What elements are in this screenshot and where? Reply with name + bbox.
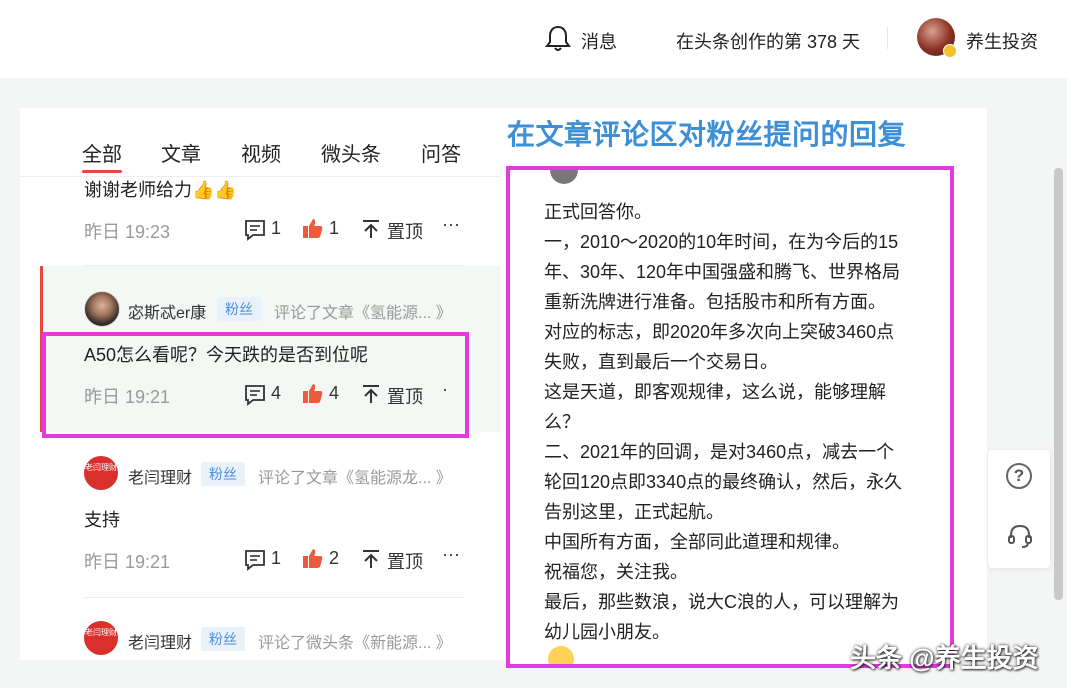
reply-line: 重新洗牌进行准备。包括股市和所有方面。 [544, 292, 886, 312]
fan-badge: 粉丝 [201, 627, 245, 651]
reply-line: 祝福您，关注我。 [544, 562, 688, 582]
creation-days-text: 在头条创作的第 378 天 [676, 32, 861, 52]
fan-badge: 粉丝 [217, 297, 261, 321]
tab-all[interactable]: 全部 [82, 138, 122, 173]
comment-text: 支持 [84, 510, 120, 530]
verified-badge-icon [943, 44, 957, 58]
pin-button[interactable]: 置顶 [387, 218, 423, 244]
annotation-title: 在文章评论区对粉丝提问的回复 [507, 119, 907, 150]
reply-line: 失败，直到最后一个交易日。 [544, 352, 778, 372]
reply-line: 中国所有方面，全部同此道理和规律。 [544, 532, 850, 552]
pin-top-icon[interactable] [362, 219, 380, 239]
reply-line: 最后，那些数浪，说大C浪的人，可以理解为 [544, 592, 899, 612]
tab-videos[interactable]: 视频 [241, 138, 281, 167]
comment-icon[interactable] [244, 219, 266, 241]
messages-link[interactable]: 消息 [581, 28, 617, 54]
comment-count: 1 [271, 218, 282, 238]
avatar [550, 170, 578, 184]
reply-line: 年、30年、120年中国强盛和腾飞、世界格局 [544, 262, 901, 282]
commented-article[interactable]: 评论了文章《氢能源... 》 [274, 299, 452, 323]
commenter-name[interactable]: 老闫理财 [128, 464, 192, 488]
reply-line: 幼儿园小朋友。 [544, 622, 670, 642]
smile-emoji-icon [548, 646, 574, 664]
scrollbar[interactable] [1054, 168, 1063, 600]
watermark: 头条 @养生投资 [850, 643, 1039, 673]
divider [887, 27, 888, 49]
more-button[interactable]: ··· [442, 544, 460, 565]
reply-line: 告别这里，正式起航。 [544, 502, 724, 522]
bell-icon[interactable] [545, 24, 571, 52]
thumbs-up-icon[interactable] [302, 547, 324, 569]
avatar[interactable] [84, 291, 120, 327]
commented-article[interactable]: 评论了文章《氢能源龙... 》 [258, 464, 452, 488]
comment-text: 谢谢老师给力👍👍 [84, 180, 237, 200]
reply-line: 这是天道，即客观规律，这么说，能够理解 [544, 382, 886, 402]
like-count: 1 [329, 218, 340, 238]
reply-line: 正式回答你。 [544, 202, 652, 222]
tab-weitoutiao[interactable]: 微头条 [321, 138, 381, 167]
comment-icon[interactable] [244, 549, 266, 571]
fan-badge: 粉丝 [201, 462, 245, 486]
reply-line: 对应的标志，即2020年多次向上突破3460点 [544, 322, 895, 342]
pin-top-icon[interactable] [362, 549, 380, 569]
top-bar [0, 0, 1067, 78]
tab-qa[interactable]: 问答 [421, 138, 461, 167]
highlight-box-question [42, 332, 469, 438]
reply-line: 轮回120点即3340点的最终确认，然后，永久 [544, 472, 903, 492]
reply-line: 么？ [544, 412, 580, 432]
item-divider [84, 597, 464, 598]
reply-line: 一，2010～2020的10年时间，在为今后的15 [544, 232, 899, 252]
pin-button[interactable]: 置顶 [387, 548, 423, 574]
commented-article[interactable]: 评论了微头条《新能源... 》 [258, 629, 452, 653]
commenter-name[interactable]: 老闫理财 [128, 629, 192, 653]
more-button[interactable]: ··· [442, 214, 460, 235]
tab-articles[interactable]: 文章 [161, 138, 201, 167]
comment-time: 昨日 19:21 [84, 552, 171, 572]
avatar[interactable]: 老闫理财 [84, 456, 118, 490]
thumbs-up-icon[interactable] [302, 217, 324, 239]
headset-icon[interactable] [1006, 522, 1034, 550]
avatar[interactable]: 老闫理财 [84, 621, 118, 655]
comment-count: 1 [271, 548, 282, 568]
comment-time: 昨日 19:23 [84, 222, 171, 242]
like-count: 2 [329, 548, 340, 568]
username-link[interactable]: 养生投资 [966, 28, 1038, 54]
reply-panel: 正式回答你。 一，2010～2020的10年时间，在为今后的15 年、30年、1… [506, 166, 954, 668]
commenter-name[interactable]: 宓斯忒er康 [128, 299, 206, 323]
reply-line: 二、2021年的回调，是对3460点，减去一个 [544, 442, 895, 462]
help-icon[interactable]: ? [1006, 463, 1032, 489]
